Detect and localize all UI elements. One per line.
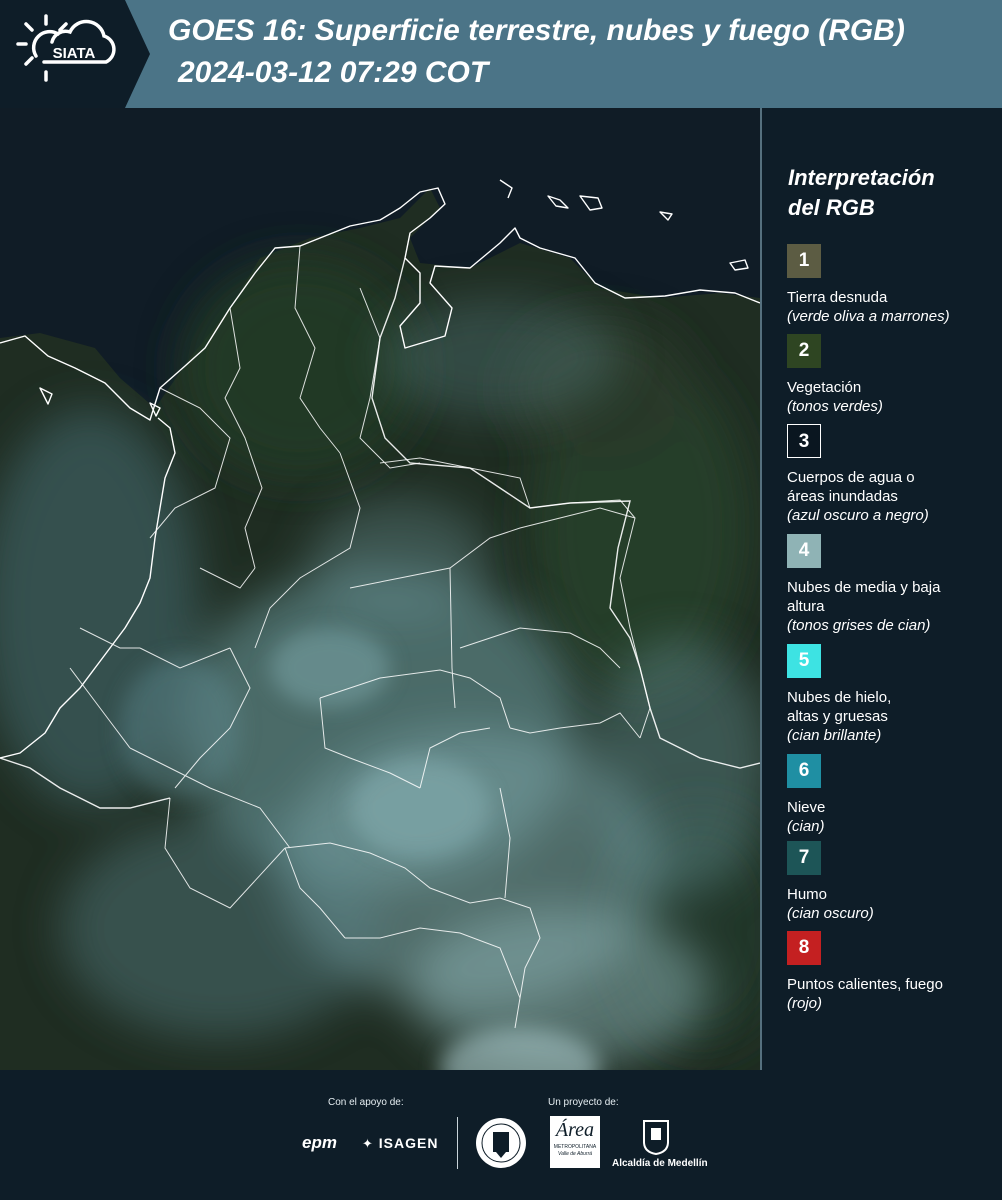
epm-logo-text: epm: [302, 1133, 337, 1152]
legend-item-desc: (azul oscuro a negro): [787, 507, 929, 524]
legend-title-line1: Interpretación: [788, 165, 935, 190]
page-title: GOES 16: Superficie terrestre, nubes y f…: [168, 14, 905, 47]
legend-item-desc: (tonos verdes): [787, 398, 883, 415]
footer: Con el apoyo de: Un proyecto de: epm ✦ I…: [0, 1070, 1002, 1200]
area-logo-subtitle: METROPOLITANA: [553, 1144, 597, 1150]
area-logo-subtitle2: Valle de Aburrá: [557, 1151, 593, 1157]
satellite-map[interactable]: [0, 108, 762, 1070]
legend-item-name: Puntos calientes, fuego: [787, 976, 943, 993]
legend-swatch-5: 5: [787, 644, 821, 678]
legend-swatch-3: 3: [787, 424, 821, 458]
legend-swatch-8: 8: [787, 931, 821, 965]
legend-item-1: 1 Tierra desnuda (verde oliva a marrones…: [787, 244, 999, 326]
legend-swatch-4: 4: [787, 534, 821, 568]
isagen-logo: ✦ ISAGEN: [362, 1135, 438, 1152]
isagen-mark-icon: ✦: [362, 1136, 374, 1151]
legend-panel: Interpretación del RGB 1 Tierra desnuda …: [770, 108, 1002, 1070]
legend-item-name: Nubes de media y baja altura: [787, 579, 941, 615]
legend-item-2: 2 Vegetación (tonos verdes): [787, 334, 999, 416]
siata-logo: SIATA: [16, 14, 116, 82]
footer-divider: [457, 1117, 458, 1169]
timestamp: 2024-03-12 07:29 COT: [178, 56, 489, 89]
project-caption: Un proyecto de:: [548, 1097, 619, 1108]
epm-logo: epm: [302, 1133, 337, 1153]
legend-swatch-2: 2: [787, 334, 821, 368]
area-metropolitana-logo: Área METROPOLITANA Valle de Aburrá: [550, 1116, 600, 1168]
legend-item-desc: (verde oliva a marrones): [787, 308, 950, 325]
university-seal-icon: [476, 1118, 526, 1168]
area-logo-title: Área: [555, 1119, 595, 1141]
medellin-shield-icon: [643, 1120, 669, 1156]
legend-item-4: 4 Nubes de media y baja altura (tonos gr…: [787, 534, 999, 635]
legend-swatch-7: 7: [787, 841, 821, 875]
legend-item-8: 8 Puntos calientes, fuego (rojo): [787, 931, 999, 1013]
legend-title-line2: del RGB: [788, 195, 875, 220]
legend-item-name: Tierra desnuda: [787, 289, 888, 306]
support-caption: Con el apoyo de:: [328, 1097, 404, 1108]
alcaldia-text: Alcaldía de Medellín: [612, 1158, 708, 1169]
legend-item-desc: (cian brillante): [787, 727, 882, 744]
legend-item-6: 6 Nieve (cian): [787, 754, 999, 836]
isagen-logo-text: ISAGEN: [378, 1135, 439, 1151]
legend-item-5: 5 Nubes de hielo, altas y gruesas (cian …: [787, 644, 999, 745]
legend-title: Interpretación del RGB: [788, 163, 998, 223]
legend-item-name: Humo: [787, 886, 828, 903]
map-svg: [0, 108, 760, 1070]
logo-text: SIATA: [53, 45, 96, 62]
legend-item-name: Nubes de hielo, altas y gruesas: [787, 689, 892, 725]
legend-item-name: Vegetación: [787, 379, 862, 396]
legend-item-3: 3 Cuerpos de agua o áreas inundadas (azu…: [787, 424, 999, 525]
legend-item-name: Cuerpos de agua o áreas inundadas: [787, 469, 915, 505]
legend-item-desc: (tonos grises de cian): [787, 617, 931, 634]
legend-swatch-6: 6: [787, 754, 821, 788]
legend-item-desc: (cian): [787, 818, 825, 835]
legend-item-name: Nieve: [787, 799, 826, 816]
legend-swatch-1: 1: [787, 244, 821, 278]
header: SIATA GOES 16: Superficie terrestre, nub…: [0, 0, 1002, 108]
legend-item-desc: (rojo): [787, 995, 823, 1012]
legend-item-desc: (cian oscuro): [787, 905, 874, 922]
legend-item-7: 7 Humo (cian oscuro): [787, 841, 999, 923]
